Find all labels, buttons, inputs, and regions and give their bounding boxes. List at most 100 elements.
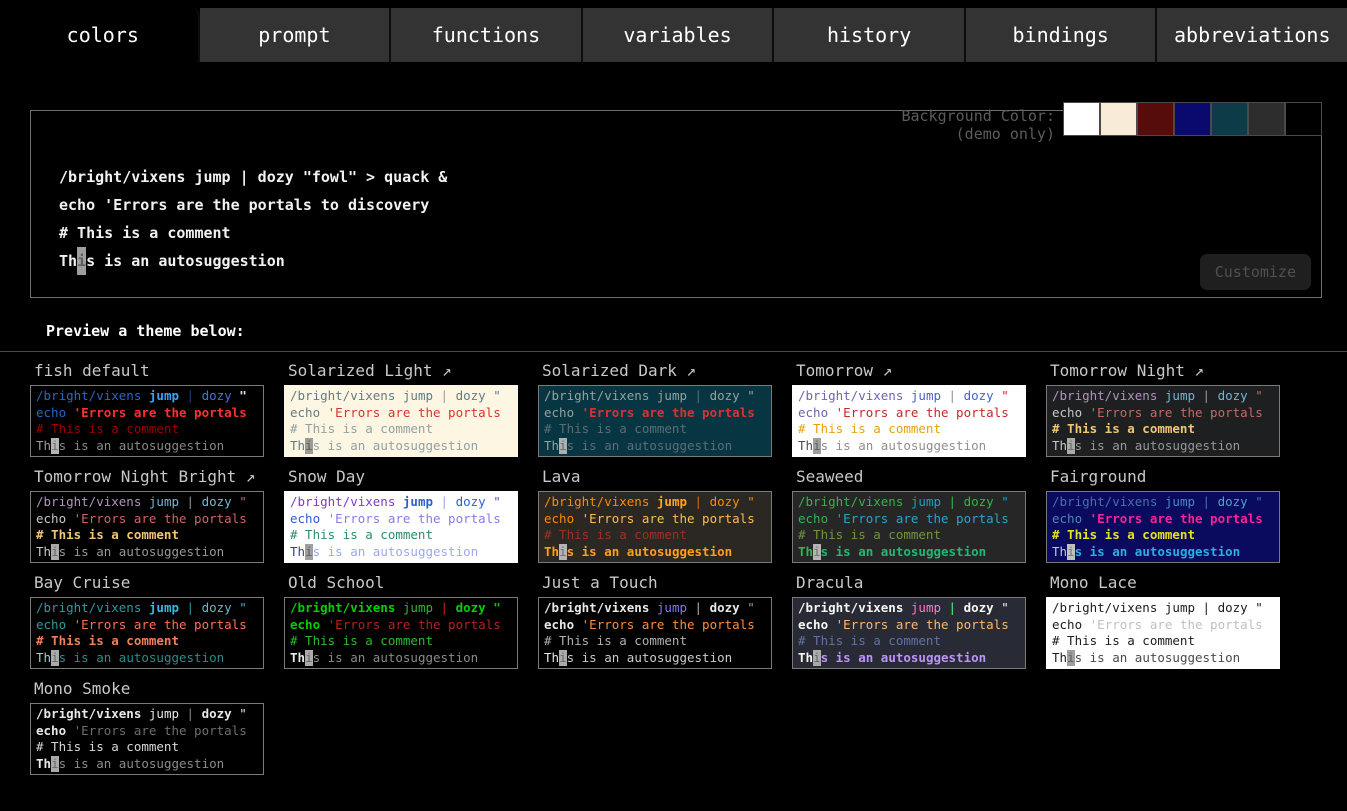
comment-token: # This is a comment (544, 633, 687, 648)
cursor-block: i (51, 544, 59, 561)
theme-preview[interactable]: /bright/vixens jump | dozy "echo 'Errors… (30, 703, 264, 775)
tab-colors[interactable]: colors (8, 8, 200, 62)
swatch-maroon[interactable] (1137, 102, 1174, 136)
echo-token: echo (290, 617, 320, 632)
theme-preview[interactable]: /bright/vixens jump | dozy "echo 'Errors… (284, 385, 518, 457)
theme-preview[interactable]: /bright/vixens jump | dozy "echo 'Errors… (538, 491, 772, 563)
theme-preview[interactable]: /bright/vixens jump | dozy "echo 'Errors… (30, 491, 264, 563)
comment-token: # This is a comment (798, 633, 941, 648)
theme-title[interactable]: Fairground (1050, 467, 1280, 487)
space (1157, 600, 1165, 615)
tab-functions[interactable]: functions (391, 8, 583, 62)
preview-line-1: /bright/vixens jump | dozy " (36, 494, 263, 511)
theme-title[interactable]: Just a Touch (542, 573, 772, 593)
arg-token: dozy (202, 494, 232, 509)
preview-line-2: echo 'Errors are the portals (36, 723, 263, 740)
theme-title[interactable]: Tomorrow Night Bright ↗ (34, 467, 264, 487)
customize-button[interactable]: Customize (1200, 254, 1311, 290)
preview-line-4: This is an autosuggestion (544, 438, 771, 455)
theme-preview[interactable]: /bright/vixens jump | dozy "echo 'Errors… (284, 491, 518, 563)
tab-prompt[interactable]: prompt (200, 8, 392, 62)
arg-token: dozy (1218, 494, 1248, 509)
space (194, 706, 202, 721)
swatch-charcoal[interactable] (1248, 102, 1285, 136)
space (194, 388, 202, 403)
preview-line-3: # This is a comment (290, 421, 517, 438)
space (956, 600, 964, 615)
swatch-white[interactable] (1063, 102, 1100, 136)
pipe-token: | (187, 706, 195, 721)
tab-abbreviations[interactable]: abbreviations (1157, 8, 1347, 62)
space (956, 388, 964, 403)
command-token: jump (1165, 600, 1195, 615)
autosuggestion-token: s is an autosuggestion (313, 650, 479, 665)
theme-card: Solarized Light ↗ /bright/vixens jump | d… (284, 361, 518, 457)
swatch-navy[interactable] (1174, 102, 1211, 136)
theme-title[interactable]: Mono Lace (1050, 573, 1280, 593)
theme-card: Mono Lace/bright/vixens jump | dozy "ech… (1046, 573, 1280, 669)
theme-preview[interactable]: /bright/vixens jump | dozy "echo 'Errors… (792, 385, 1026, 457)
theme-title[interactable]: Snow Day (288, 467, 518, 487)
theme-title[interactable]: Lava (542, 467, 772, 487)
echo-token: echo (36, 405, 66, 420)
theme-preview[interactable]: /bright/vixens jump | dozy "echo 'Errors… (792, 491, 1026, 563)
echo-token: echo (36, 723, 66, 738)
theme-title[interactable]: Solarized Dark ↗ (542, 361, 772, 381)
autosuggestion-token: s is an autosuggestion (59, 544, 225, 559)
section-divider (0, 351, 1347, 352)
space (141, 600, 149, 615)
theme-card: Snow Day/bright/vixens jump | dozy "echo… (284, 467, 518, 563)
tab-variables[interactable]: variables (583, 8, 775, 62)
theme-title[interactable]: Tomorrow ↗ (796, 361, 1026, 381)
echo-token: echo (544, 511, 574, 526)
theme-title[interactable]: Old School (288, 573, 518, 593)
preview-line-4: This is an autosuggestion (290, 438, 517, 455)
command-token: jump (403, 600, 433, 615)
theme-preview[interactable]: /bright/vixens jump | dozy "echo 'Errors… (30, 385, 264, 457)
swatch-teal[interactable] (1211, 102, 1248, 136)
theme-preview[interactable]: /bright/vixens jump | dozy "echo 'Errors… (1046, 597, 1280, 669)
command-token: jump (657, 600, 687, 615)
preview-line-1: /bright/vixens jump | dozy " (290, 600, 517, 617)
background-color-swatches (1063, 102, 1322, 136)
theme-title[interactable]: Dracula (796, 573, 1026, 593)
theme-title[interactable]: Mono Smoke (34, 679, 264, 699)
tab-bindings[interactable]: bindings (966, 8, 1158, 62)
theme-card: Tomorrow ↗ /bright/vixens jump | dozy "ec… (792, 361, 1026, 457)
theme-title[interactable]: Solarized Light ↗ (288, 361, 518, 381)
space (66, 617, 74, 632)
theme-preview[interactable]: /bright/vixens jump | dozy "echo 'Errors… (792, 597, 1026, 669)
echo-token: echo (1052, 511, 1082, 526)
preview-line-4: This is an autosuggestion (544, 544, 771, 561)
comment-token: # This is a comment (1052, 527, 1195, 542)
preview-line-2: echo 'Errors are the portals (36, 511, 263, 528)
theme-title[interactable]: fish default (34, 361, 264, 381)
theme-title[interactable]: Tomorrow Night ↗ (1050, 361, 1280, 381)
swatch-cream[interactable] (1100, 102, 1137, 136)
cursor-block: i (559, 544, 567, 561)
theme-card: Tomorrow Night Bright ↗ /bright/vixens ju… (30, 467, 264, 563)
space (574, 405, 582, 420)
theme-card: Solarized Dark ↗ /bright/vixens jump | do… (538, 361, 772, 457)
path-token: /bright/vixens (1052, 494, 1157, 509)
preview-line-3: # This is a comment (544, 633, 771, 650)
command-token: jump (149, 600, 179, 615)
theme-preview[interactable]: /bright/vixens jump | dozy "echo 'Errors… (30, 597, 264, 669)
theme-title[interactable]: Seaweed (796, 467, 1026, 487)
theme-preview[interactable]: /bright/vixens jump | dozy "echo 'Errors… (284, 597, 518, 669)
preview-line-4: This is an autosuggestion (290, 544, 517, 561)
typed-token: Th (290, 438, 305, 453)
swatch-black[interactable] (1285, 102, 1322, 136)
theme-preview[interactable]: /bright/vixens jump | dozy "echo 'Errors… (538, 385, 772, 457)
string-token: 'Errors are the portals (582, 511, 755, 526)
tab-history[interactable]: history (774, 8, 966, 62)
theme-preview[interactable]: /bright/vixens jump | dozy "echo 'Errors… (538, 597, 772, 669)
theme-preview[interactable]: /bright/vixens jump | dozy "echo 'Errors… (1046, 491, 1280, 563)
theme-title[interactable]: Bay Cruise (34, 573, 264, 593)
pipe-token: | (1203, 388, 1211, 403)
quote-token: " (493, 388, 501, 403)
cursor-block: i (559, 438, 567, 455)
space (194, 494, 202, 509)
theme-preview[interactable]: /bright/vixens jump | dozy "echo 'Errors… (1046, 385, 1280, 457)
arg-token: dozy (964, 600, 994, 615)
